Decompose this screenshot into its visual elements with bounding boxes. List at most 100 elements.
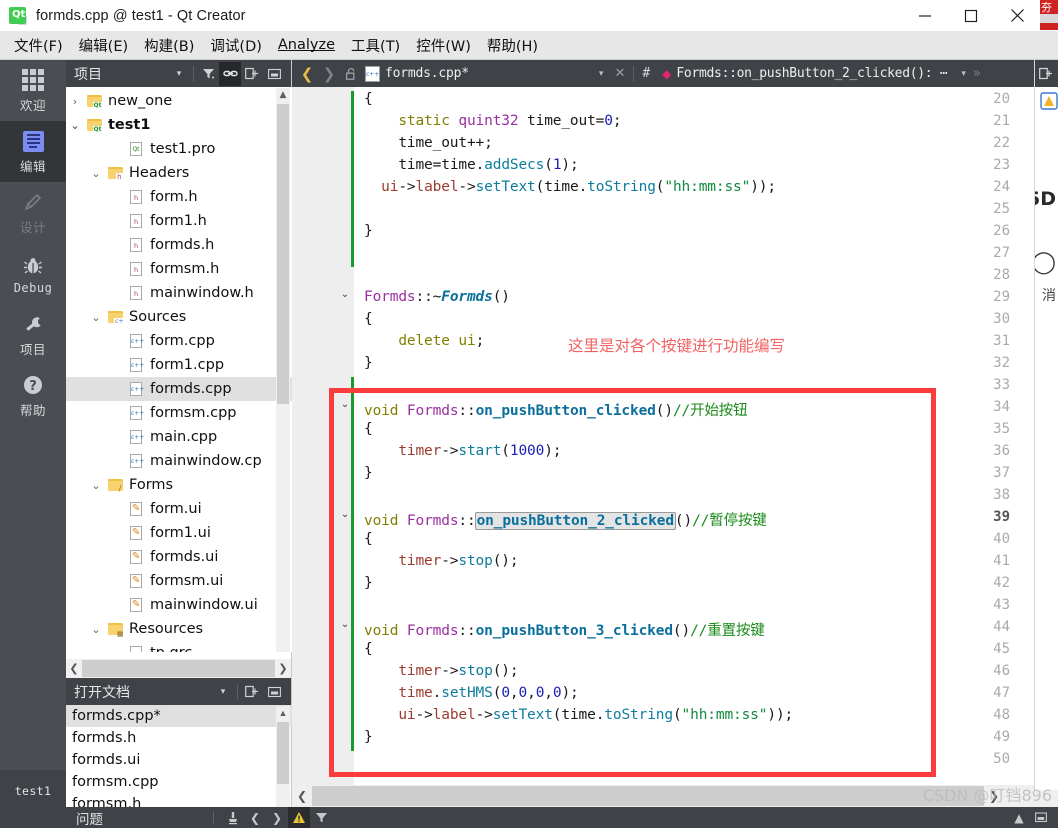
editor-filename[interactable]: formds.cpp* xyxy=(385,66,469,81)
project-tree[interactable]: › new_one ⌄ test1 Qt test1.pro ⌄ Headers h form.h… xyxy=(66,87,292,652)
chevron-down-icon[interactable]: ⌄ xyxy=(87,623,105,636)
scroll-left-icon[interactable]: ❮ xyxy=(66,659,82,678)
documents-scroll-thumb[interactable] xyxy=(277,722,289,784)
minimize-panel-icon[interactable] xyxy=(263,62,285,86)
menu-debug[interactable]: 调试(D) xyxy=(202,32,269,59)
status-next-icon[interactable]: ❯ xyxy=(266,807,288,828)
warning-icon[interactable] xyxy=(288,807,310,828)
chevron-right-icon[interactable]: › xyxy=(66,95,84,108)
menu-edit[interactable]: 编辑(E) xyxy=(71,32,136,59)
code-line[interactable]: { xyxy=(364,91,373,107)
editor-close-button[interactable]: ✕ xyxy=(614,66,625,81)
tree-item[interactable]: h form.h xyxy=(66,185,292,209)
mode-welcome[interactable]: 欢迎 xyxy=(0,60,66,121)
tree-item[interactable]: c++ mainwindow.cp xyxy=(66,449,292,473)
code-line[interactable]: time=time.addSecs(1); xyxy=(364,157,578,173)
documents-panel-dropdown[interactable]: ▾ xyxy=(212,680,234,704)
menu-tools[interactable]: 工具(T) xyxy=(343,32,408,59)
mode-projects[interactable]: 项目 xyxy=(0,304,66,365)
toolbar-overflow-button[interactable]: » xyxy=(966,60,988,87)
minimize-button[interactable] xyxy=(902,0,948,31)
fold-marker-icon[interactable]: ⌄ xyxy=(338,509,352,520)
chevron-down-icon[interactable]: ⌄ xyxy=(87,311,105,324)
code-line[interactable]: timer->stop(); xyxy=(364,663,518,679)
editor-scroll-right-icon[interactable]: ❯ xyxy=(984,785,1004,807)
tree-item[interactable]: form.ui xyxy=(66,497,292,521)
editor-scroll-left-icon[interactable]: ❮ xyxy=(292,785,312,807)
documents-split-icon[interactable] xyxy=(241,680,263,704)
code-line[interactable]: { xyxy=(364,531,373,547)
funnel-icon[interactable] xyxy=(310,807,332,828)
tree-item[interactable]: c++ main.cpp xyxy=(66,425,292,449)
code-line[interactable]: timer->start(1000); xyxy=(364,443,561,459)
menu-widgets[interactable]: 控件(W) xyxy=(408,32,479,59)
chevron-left-icon[interactable]: ❮ xyxy=(296,60,318,87)
tree-item[interactable]: c++ formsm.cpp xyxy=(66,401,292,425)
code-line[interactable]: static quint32 time_out=0; xyxy=(364,113,621,129)
code-line[interactable]: } xyxy=(364,465,373,481)
line-column-indicator[interactable]: # xyxy=(642,66,650,81)
right-split-icon[interactable] xyxy=(1035,60,1058,87)
menu-analyze[interactable]: Analyze xyxy=(270,34,343,56)
filter-icon[interactable] xyxy=(197,62,219,86)
code-line[interactable]: void Formds::on_pushButton_clicked()//开始… xyxy=(364,399,748,420)
maximize-button[interactable] xyxy=(948,0,994,31)
tree-item[interactable]: h form1.h xyxy=(66,209,292,233)
code-line[interactable]: time_out++; xyxy=(364,135,493,151)
editor-hscrollbar[interactable]: ❮ ❯ xyxy=(292,785,1058,807)
tree-item[interactable]: formds.ui xyxy=(66,545,292,569)
code-line[interactable]: } xyxy=(364,575,373,591)
split-icon[interactable] xyxy=(241,62,263,86)
tree-item[interactable]: c++ formds.cpp xyxy=(66,377,292,401)
tree-item[interactable]: ⌄ tp.qrc xyxy=(66,641,292,652)
status-collapse-icon[interactable]: ▲ xyxy=(1008,807,1030,828)
chevron-down-icon[interactable]: ⌄ xyxy=(66,119,84,132)
code-line[interactable]: } xyxy=(364,223,373,239)
code-line[interactable]: Formds::~Formds() xyxy=(364,289,510,305)
project-tree-vscrollbar[interactable]: ▲ xyxy=(276,88,290,652)
tree-item[interactable]: Qt test1.pro xyxy=(66,137,292,161)
code-line[interactable]: { xyxy=(364,421,373,437)
document-item[interactable]: formds.ui xyxy=(66,749,292,771)
fold-marker-icon[interactable]: ⌄ xyxy=(338,399,352,410)
code-line[interactable]: void Formds::on_pushButton_3_clicked()//… xyxy=(364,619,765,640)
chevron-down-icon[interactable]: ⌄ xyxy=(87,479,105,492)
code-line[interactable]: ui->label->setText(time.toString("hh:mm:… xyxy=(364,179,776,195)
document-item[interactable]: formsm.cpp xyxy=(66,771,292,793)
scroll-thumb-h[interactable] xyxy=(82,660,275,677)
tree-item[interactable]: h formds.h xyxy=(66,233,292,257)
status-maximize-icon[interactable] xyxy=(1030,807,1052,828)
tree-item[interactable]: ⌄ test1 xyxy=(66,113,292,137)
code-line[interactable]: delete ui; xyxy=(364,333,484,349)
chevron-down-icon[interactable]: ⌄ xyxy=(87,167,105,180)
code-line[interactable]: } xyxy=(364,355,373,371)
tree-item[interactable]: form1.ui xyxy=(66,521,292,545)
menu-file[interactable]: 文件(F) xyxy=(6,32,71,59)
tree-item[interactable]: c++ form.cpp xyxy=(66,329,292,353)
fold-marker-icon[interactable]: ⌄ xyxy=(338,289,352,300)
tree-item[interactable]: mainwindow.ui xyxy=(66,593,292,617)
editor-gutter[interactable] xyxy=(292,87,354,787)
unlock-icon[interactable] xyxy=(340,60,362,87)
tree-item[interactable]: h mainwindow.h xyxy=(66,281,292,305)
project-tree-hscrollbar[interactable]: ❮ ❯ xyxy=(66,659,291,678)
tree-item[interactable]: formsm.ui xyxy=(66,569,292,593)
documents-scroll-up-icon[interactable]: ▲ xyxy=(276,706,290,720)
mode-help[interactable]: ? 帮助 xyxy=(0,365,66,426)
editor-file-dropdown[interactable]: ▾ xyxy=(599,68,604,79)
symbol-combobox[interactable]: Formds::on_pushButton_2_clicked(): ⋯ xyxy=(676,66,947,81)
menu-help[interactable]: 帮助(H) xyxy=(479,32,546,59)
code-editor[interactable]: 20{21 static quint32 time_out=0; 22 time_… xyxy=(292,87,1038,787)
code-line[interactable]: } xyxy=(364,729,373,745)
tree-item[interactable]: h formsm.h xyxy=(66,257,292,281)
chevron-down-icon[interactable]: ⌄ xyxy=(108,647,126,653)
documents-minimize-icon[interactable] xyxy=(263,680,285,704)
tree-item[interactable]: c++ form1.cpp xyxy=(66,353,292,377)
scroll-right-icon[interactable]: ❯ xyxy=(275,659,291,678)
code-line[interactable]: time.setHMS(0,0,0,0); xyxy=(364,685,578,701)
mode-debug[interactable]: Debug xyxy=(0,243,66,304)
tree-item[interactable]: ⌄ Headers xyxy=(66,161,292,185)
tree-item[interactable]: ⌄ Sources xyxy=(66,305,292,329)
status-filter-icon[interactable] xyxy=(222,807,244,828)
menu-build[interactable]: 构建(B) xyxy=(136,32,202,59)
